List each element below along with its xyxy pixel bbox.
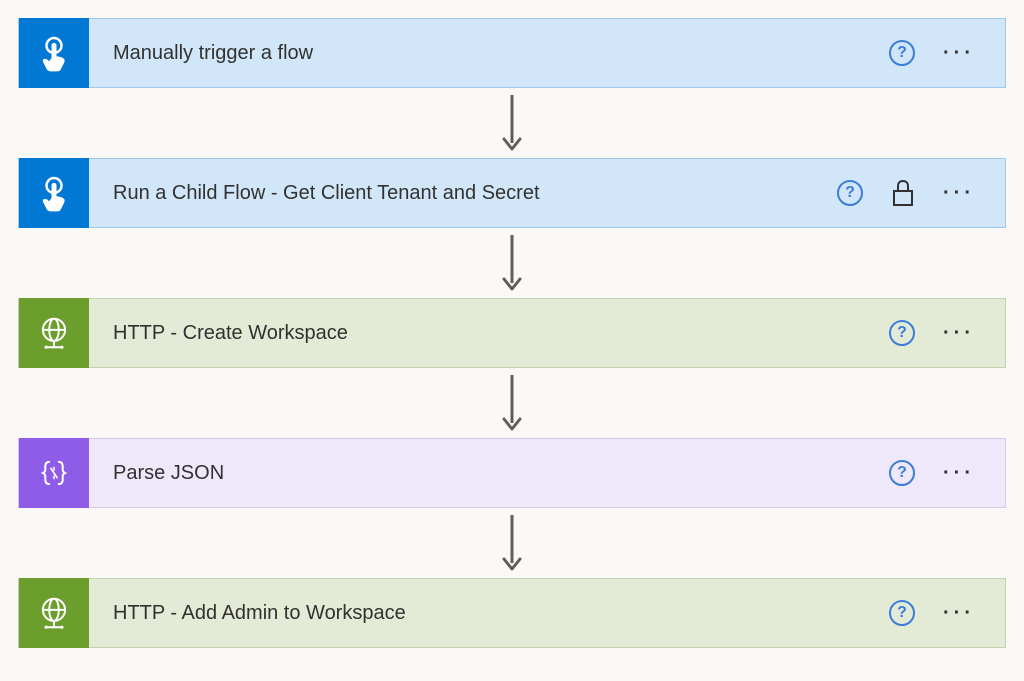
more-icon[interactable]: ··· bbox=[943, 463, 975, 483]
arrow-connector bbox=[502, 508, 522, 578]
help-icon[interactable]: ? bbox=[889, 40, 915, 66]
flow-step-2[interactable]: HTTP - Create Workspace? ··· bbox=[18, 298, 1006, 368]
more-icon[interactable]: ··· bbox=[943, 603, 975, 623]
help-icon[interactable]: ? bbox=[889, 320, 915, 346]
step-icon-box bbox=[19, 578, 89, 648]
step-icon-box bbox=[19, 298, 89, 368]
step-actions: ? ··· bbox=[889, 40, 1005, 66]
touch-icon bbox=[34, 33, 74, 73]
touch-icon bbox=[34, 173, 74, 213]
globe-icon bbox=[35, 594, 73, 632]
arrow-connector bbox=[502, 88, 522, 158]
step-actions: ? ··· bbox=[889, 600, 1005, 626]
help-icon[interactable]: ? bbox=[889, 600, 915, 626]
flow-container: Manually trigger a flow? ··· Run a Child … bbox=[18, 18, 1006, 648]
step-actions: ? ··· bbox=[889, 460, 1005, 486]
braces-icon bbox=[35, 454, 73, 492]
step-label: Run a Child Flow - Get Client Tenant and… bbox=[89, 182, 837, 205]
lock-icon bbox=[891, 181, 915, 205]
step-icon-box bbox=[19, 438, 89, 508]
step-icon-box bbox=[19, 158, 89, 228]
arrow-connector bbox=[502, 228, 522, 298]
flow-step-4[interactable]: HTTP - Add Admin to Workspace? ··· bbox=[18, 578, 1006, 648]
more-icon[interactable]: ··· bbox=[943, 323, 975, 343]
flow-step-3[interactable]: Parse JSON? ··· bbox=[18, 438, 1006, 508]
flow-step-0[interactable]: Manually trigger a flow? ··· bbox=[18, 18, 1006, 88]
help-icon[interactable]: ? bbox=[889, 460, 915, 486]
step-label: Parse JSON bbox=[89, 462, 889, 485]
step-actions: ? ··· bbox=[837, 180, 1005, 206]
arrow-connector bbox=[502, 368, 522, 438]
step-label: HTTP - Add Admin to Workspace bbox=[89, 602, 889, 625]
globe-icon bbox=[35, 314, 73, 352]
step-icon-box bbox=[19, 18, 89, 88]
step-label: Manually trigger a flow bbox=[89, 42, 889, 65]
step-actions: ? ··· bbox=[889, 320, 1005, 346]
step-label: HTTP - Create Workspace bbox=[89, 322, 889, 345]
more-icon[interactable]: ··· bbox=[943, 183, 975, 203]
flow-step-1[interactable]: Run a Child Flow - Get Client Tenant and… bbox=[18, 158, 1006, 228]
more-icon[interactable]: ··· bbox=[943, 43, 975, 63]
help-icon[interactable]: ? bbox=[837, 180, 863, 206]
